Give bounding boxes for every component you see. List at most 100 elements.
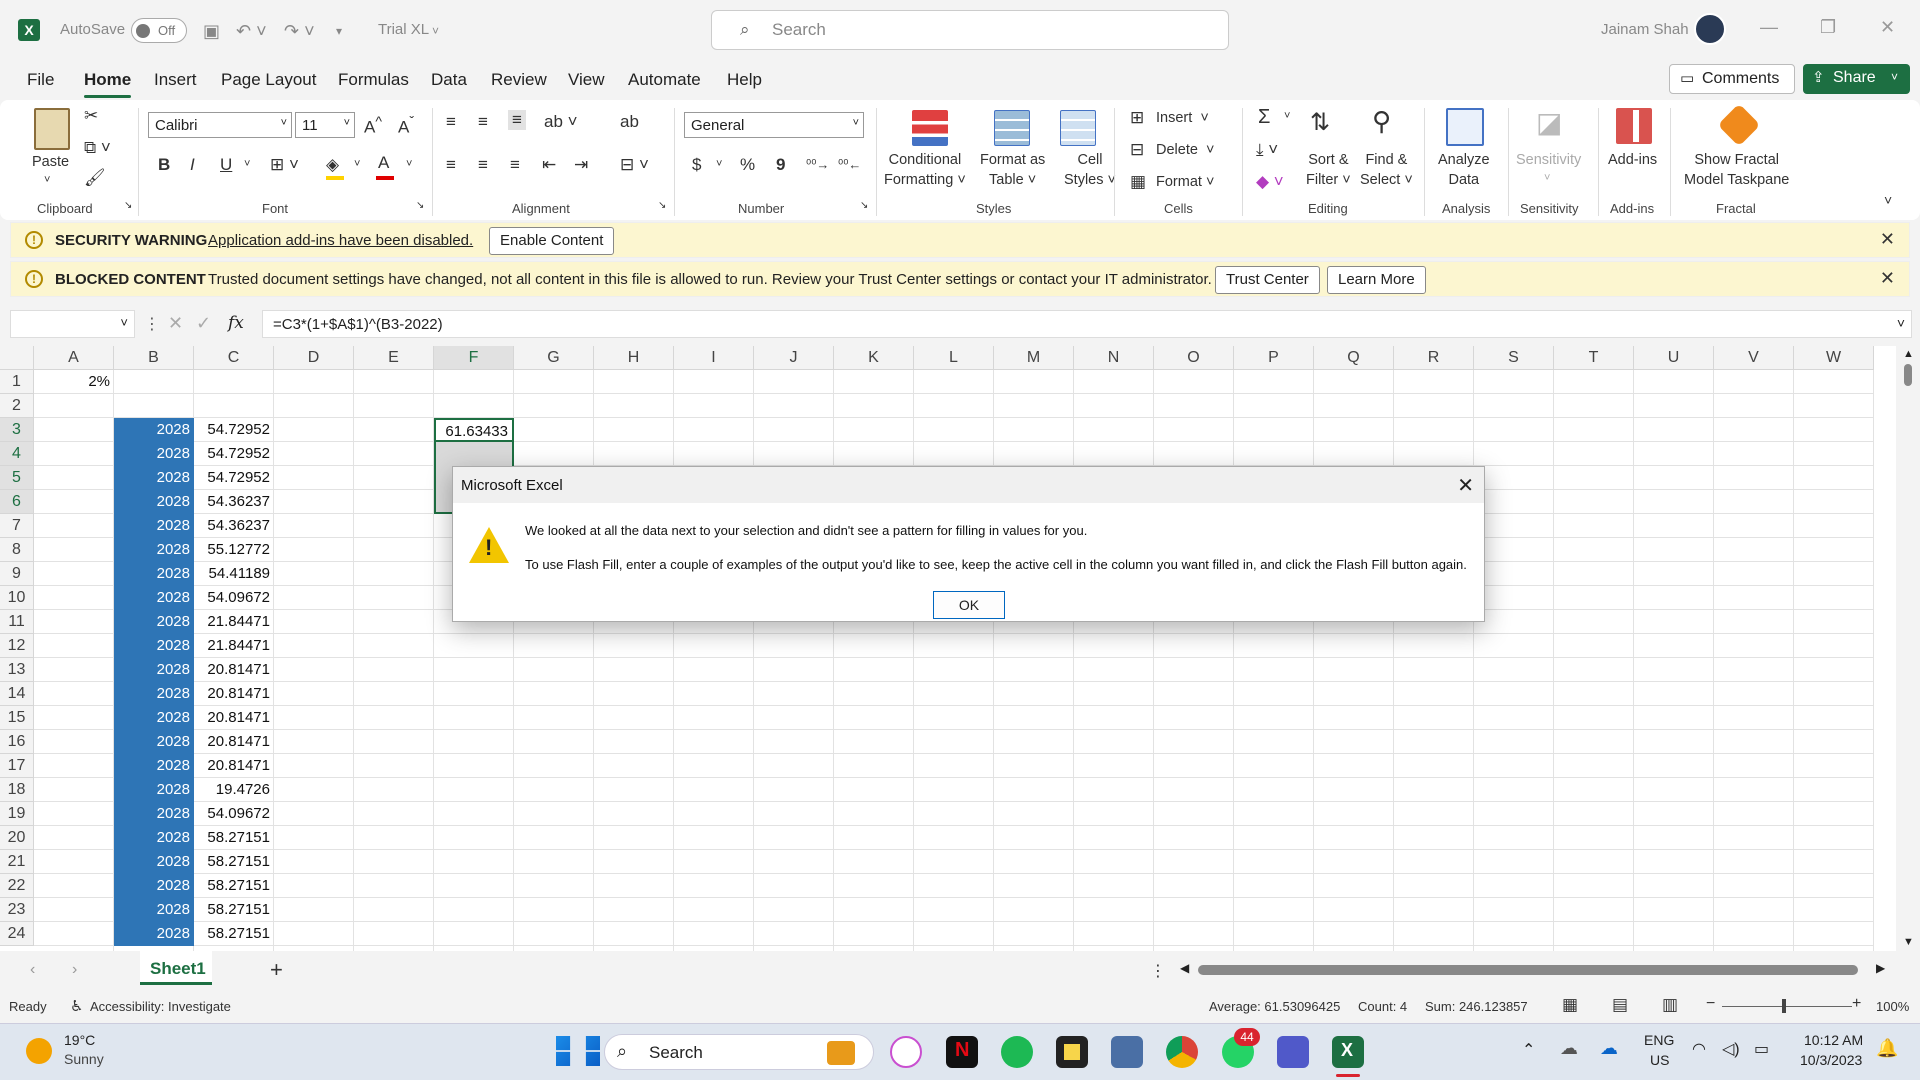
scroll-down-icon[interactable]: ▼: [1903, 936, 1914, 948]
row-header-17[interactable]: 17: [0, 754, 34, 778]
cell-b23[interactable]: 2028: [114, 898, 194, 922]
column-header-o[interactable]: O: [1154, 346, 1234, 370]
prev-sheet-icon[interactable]: ‹: [30, 961, 35, 979]
row-header-3[interactable]: 3: [0, 418, 34, 442]
column-header-w[interactable]: W: [1794, 346, 1874, 370]
row-header-7[interactable]: 7: [0, 514, 34, 538]
menu-automate[interactable]: Automate: [628, 70, 701, 90]
chevron-up-icon[interactable]: ⌃: [1522, 1040, 1535, 1060]
calculator-icon[interactable]: [1111, 1036, 1143, 1068]
taskbar-search[interactable]: ⌕ Search: [604, 1034, 874, 1070]
menu-data[interactable]: Data: [431, 70, 467, 90]
format-painter-icon[interactable]: 🖌: [84, 168, 106, 188]
spotify-icon[interactable]: [1001, 1036, 1033, 1068]
spreadsheet-grid[interactable]: ABCDEFGHIJKLMNOPQRSTUVW 1 2 3 4 5 6 7 8 9 10 11 12 1…: [0, 346, 1920, 951]
menu-insert[interactable]: Insert: [154, 70, 197, 90]
align-bottom-icon[interactable]: ≡: [508, 110, 526, 130]
windows-start-icon[interactable]: [556, 1036, 571, 1066]
zoom-slider[interactable]: [1722, 1006, 1852, 1007]
normal-view-icon[interactable]: ▦: [1562, 995, 1578, 1015]
row-header-1[interactable]: 1: [0, 370, 34, 394]
chevron-down-icon[interactable]: ˅: [354, 158, 360, 170]
undo-icon[interactable]: ↶ ˅: [236, 21, 267, 42]
row-header-11[interactable]: 11: [0, 610, 34, 634]
cell-c16[interactable]: 20.81471: [194, 730, 274, 754]
name-box[interactable]: ˅: [10, 310, 135, 338]
row-header-9[interactable]: 9: [0, 562, 34, 586]
cell-f3-active[interactable]: 61.63433: [434, 418, 514, 442]
column-header-a[interactable]: A: [34, 346, 114, 370]
show-fractal-button[interactable]: Show Fractal Model Taskpane: [1684, 150, 1789, 190]
search-input[interactable]: ⌕ Search: [711, 10, 1229, 50]
column-header-d[interactable]: D: [274, 346, 354, 370]
select-all-corner[interactable]: [0, 346, 34, 370]
cell-c14[interactable]: 20.81471: [194, 682, 274, 706]
cell-c22[interactable]: 58.27151: [194, 874, 274, 898]
autosave-toggle[interactable]: Off: [131, 18, 187, 43]
sort-filter-button[interactable]: Sort & Filter ˅: [1306, 150, 1351, 190]
cell-b9[interactable]: 2028: [114, 562, 194, 586]
borders-icon[interactable]: ⊞ ˅: [270, 155, 299, 175]
excel-taskbar-icon[interactable]: X: [1332, 1036, 1364, 1068]
count-status[interactable]: Count: 4: [1358, 999, 1407, 1014]
find-select-button[interactable]: Find & Select ˅: [1360, 150, 1413, 190]
cell-b20[interactable]: 2028: [114, 826, 194, 850]
row-header-12[interactable]: 12: [0, 634, 34, 658]
cell-b3[interactable]: 2028: [114, 418, 194, 442]
find-select-icon[interactable]: ⚲: [1372, 106, 1391, 137]
dialog-launcher-icon[interactable]: ↘: [658, 200, 666, 211]
align-top-icon[interactable]: ≡: [446, 112, 456, 132]
menu-view[interactable]: View: [568, 70, 605, 90]
paste-button[interactable]: Paste: [32, 152, 69, 172]
orientation-icon[interactable]: ab ˅: [544, 112, 578, 132]
decrease-indent-icon[interactable]: ⇤: [542, 155, 556, 175]
percent-button[interactable]: %: [740, 155, 755, 175]
cell-b5[interactable]: 2028: [114, 466, 194, 490]
align-right-icon[interactable]: ≡: [510, 155, 520, 175]
row-header-8[interactable]: 8: [0, 538, 34, 562]
format-as-table-button[interactable]: Format as Table ˅: [980, 150, 1045, 190]
italic-button[interactable]: I: [190, 155, 195, 175]
cell-b18[interactable]: 2028: [114, 778, 194, 802]
close-icon[interactable]: ✕: [1457, 473, 1474, 498]
cell-styles-icon[interactable]: [1060, 110, 1096, 146]
column-header-t[interactable]: T: [1554, 346, 1634, 370]
column-header-h[interactable]: H: [594, 346, 674, 370]
align-center-icon[interactable]: ≡: [478, 155, 488, 175]
row-header-24[interactable]: 24: [0, 922, 34, 946]
column-header-f[interactable]: F: [434, 346, 514, 370]
chrome-icon[interactable]: [1166, 1036, 1198, 1068]
cell-c13[interactable]: 20.81471: [194, 658, 274, 682]
decrease-decimal-icon[interactable]: ⁰⁰←: [838, 157, 861, 173]
redo-icon[interactable]: ↷ ˅: [284, 21, 315, 42]
teams-icon[interactable]: [1277, 1036, 1309, 1068]
cell-c21[interactable]: 58.27151: [194, 850, 274, 874]
bold-button[interactable]: B: [158, 155, 170, 175]
cell-c4[interactable]: 54.72952: [194, 442, 274, 466]
column-header-g[interactable]: G: [514, 346, 594, 370]
cell-c8[interactable]: 55.12772: [194, 538, 274, 562]
column-header-e[interactable]: E: [354, 346, 434, 370]
average-status[interactable]: Average: 61.53096425: [1209, 999, 1340, 1014]
h-scroll-thumb[interactable]: [1198, 965, 1858, 975]
fill-color-icon[interactable]: ◈: [326, 155, 339, 175]
security-warning-link[interactable]: Application add-ins have been disabled.: [208, 232, 473, 249]
cell-b19[interactable]: 2028: [114, 802, 194, 826]
close-icon[interactable]: ✕: [1880, 17, 1895, 38]
cell-c11[interactable]: 21.84471: [194, 610, 274, 634]
cell-c20[interactable]: 58.27151: [194, 826, 274, 850]
chevron-down-icon[interactable]: ˅: [1284, 110, 1290, 122]
restore-icon[interactable]: ❐: [1820, 17, 1836, 38]
row-header-22[interactable]: 22: [0, 874, 34, 898]
cell-b21[interactable]: 2028: [114, 850, 194, 874]
column-header-p[interactable]: P: [1234, 346, 1314, 370]
onedrive-business-icon[interactable]: ☁: [1600, 1038, 1618, 1059]
trust-center-button[interactable]: Trust Center: [1215, 266, 1320, 294]
scroll-thumb[interactable]: [1904, 364, 1912, 386]
merge-center-icon[interactable]: ⊟ ˅: [620, 155, 649, 175]
cell-c23[interactable]: 58.27151: [194, 898, 274, 922]
font-size-select[interactable]: 11 ˅: [295, 112, 355, 138]
sticky-notes-icon[interactable]: [1056, 1036, 1088, 1068]
column-header-s[interactable]: S: [1474, 346, 1554, 370]
row-header-23[interactable]: 23: [0, 898, 34, 922]
